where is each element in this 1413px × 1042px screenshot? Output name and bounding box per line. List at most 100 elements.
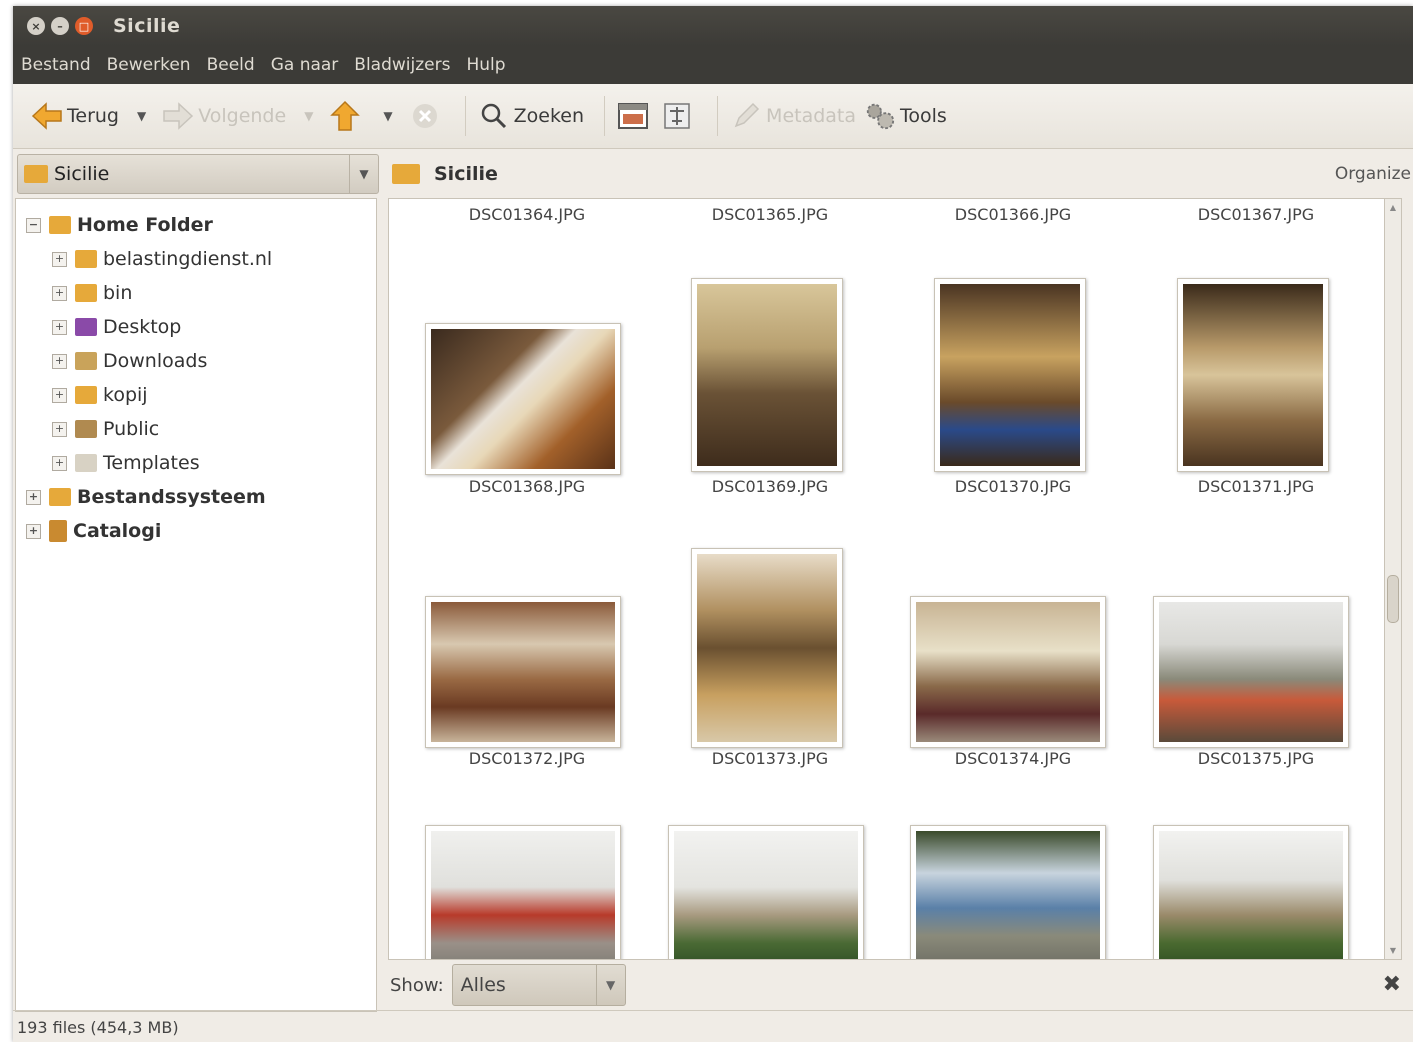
toolbar-separator xyxy=(604,96,606,136)
thumbnail-scrollbar[interactable]: ▲ ▼ xyxy=(1384,198,1402,960)
thumbnail-caption[interactable]: DSC01370.JPG xyxy=(893,477,1133,496)
tools-button[interactable]: Tools xyxy=(864,100,947,132)
breadcrumb-current[interactable]: Sicilie xyxy=(434,163,498,185)
location-combo[interactable]: Sicilie ▼ xyxy=(17,154,379,194)
window-title: Sicilie xyxy=(113,15,181,37)
tree-item-public[interactable]: + Public xyxy=(52,414,159,444)
expand-expander[interactable]: + xyxy=(52,285,67,301)
thumbnail-image[interactable] xyxy=(1153,825,1349,959)
thumbnail-caption[interactable]: DSC01369.JPG xyxy=(650,477,890,496)
thumbnail-caption[interactable]: DSC01365.JPG xyxy=(650,205,890,224)
thumbnail-image[interactable] xyxy=(668,825,864,959)
thumbnail-image[interactable] xyxy=(425,596,621,748)
downloads-folder-icon xyxy=(75,352,97,370)
up-arrow-icon xyxy=(329,100,361,132)
expand-expander[interactable]: + xyxy=(52,421,67,437)
thumbnail-caption[interactable]: DSC01374.JPG xyxy=(893,749,1133,768)
thumbnail-caption[interactable]: DSC01368.JPG xyxy=(407,477,647,496)
desktop-folder-icon xyxy=(75,318,97,336)
chevron-down-icon[interactable]: ▼ xyxy=(595,965,625,1005)
thumbnail-image[interactable] xyxy=(1153,596,1349,748)
up-dropdown[interactable]: ▼ xyxy=(383,109,392,123)
thumbnail-caption[interactable]: DSC01375.JPG xyxy=(1136,749,1376,768)
menu-bewerken[interactable]: Bewerken xyxy=(107,55,191,75)
folder-icon xyxy=(75,386,97,404)
minimize-window-button[interactable]: – xyxy=(51,17,69,35)
thumbnail-image[interactable] xyxy=(691,548,843,748)
tree-item-label: Desktop xyxy=(103,316,182,338)
tree-item-bestandssysteem[interactable]: + Bestandssysteem xyxy=(26,482,266,512)
thumbnail-caption[interactable]: DSC01371.JPG xyxy=(1136,477,1376,496)
thumbnail-caption[interactable]: DSC01364.JPG xyxy=(407,205,647,224)
thumbnail-image[interactable] xyxy=(1177,278,1329,472)
tree-item-templates[interactable]: + Templates xyxy=(52,448,200,478)
menu-bestand[interactable]: Bestand xyxy=(21,55,91,75)
back-history-dropdown[interactable]: ▼ xyxy=(137,109,146,123)
tree-item-downloads[interactable]: + Downloads xyxy=(52,346,207,376)
close-filter-icon[interactable]: ✖ xyxy=(1383,972,1401,997)
slideshow-button[interactable] xyxy=(661,100,697,132)
expand-expander[interactable]: + xyxy=(52,353,67,369)
expand-expander[interactable]: + xyxy=(52,455,67,471)
thumbnail-image[interactable] xyxy=(425,825,621,959)
tree-item-belastingdienst[interactable]: + belastingdienst.nl xyxy=(52,244,272,274)
status-bar: 193 files (454,3 MB) xyxy=(13,1010,1413,1042)
menu-ga-naar[interactable]: Ga naar xyxy=(271,55,339,75)
search-button[interactable]: Zoeken xyxy=(478,100,584,132)
stop-button[interactable] xyxy=(409,100,445,132)
chevron-down-icon[interactable]: ▼ xyxy=(349,155,378,193)
thumbnail-caption[interactable]: DSC01367.JPG xyxy=(1136,205,1376,224)
tree-item-kopij[interactable]: + kopij xyxy=(52,380,148,410)
folder-tree: − Home Folder + belastingdienst.nl + bin… xyxy=(15,198,377,1012)
thumbnail-caption[interactable]: DSC01372.JPG xyxy=(407,749,647,768)
menu-hulp[interactable]: Hulp xyxy=(466,55,505,75)
forward-arrow-icon xyxy=(162,100,194,132)
menu-bladwijzers[interactable]: Bladwijzers xyxy=(354,55,450,75)
collapse-expander[interactable]: − xyxy=(26,217,41,233)
thumbnail-image[interactable] xyxy=(934,278,1086,472)
scroll-down-icon[interactable]: ▼ xyxy=(1385,946,1401,955)
thumbnail-image[interactable] xyxy=(691,278,843,472)
tree-item-label: Public xyxy=(103,418,160,440)
photo-side-altar xyxy=(697,554,837,742)
thumbnail-image[interactable] xyxy=(425,323,621,475)
tree-item-label: Downloads xyxy=(103,350,208,372)
tree-item-catalogi[interactable]: + Catalogi xyxy=(26,516,161,546)
toolbar: Terug ▼ Volgende ▼ ▼ Zoeken Metadata Too… xyxy=(13,84,1413,149)
tree-item-home-folder[interactable]: − Home Folder xyxy=(26,210,213,240)
organize-link[interactable]: Organize xyxy=(1335,164,1411,184)
thumbnail-image[interactable] xyxy=(910,825,1106,959)
expand-expander[interactable]: + xyxy=(52,319,67,335)
expand-expander[interactable]: + xyxy=(52,387,67,403)
scroll-up-icon[interactable]: ▲ xyxy=(1385,203,1401,212)
templates-folder-icon xyxy=(75,454,97,472)
forward-button[interactable]: Volgende xyxy=(162,100,286,132)
tree-item-desktop[interactable]: + Desktop xyxy=(52,312,181,342)
view-button[interactable] xyxy=(617,100,653,132)
folder-icon xyxy=(392,164,420,184)
forward-history-dropdown[interactable]: ▼ xyxy=(304,109,313,123)
scrollbar-thumb[interactable] xyxy=(1387,575,1399,623)
up-button[interactable] xyxy=(329,100,365,132)
expand-expander[interactable]: + xyxy=(26,489,41,505)
metadata-button[interactable]: Metadata xyxy=(730,100,856,132)
show-filter-select[interactable]: Alles ▼ xyxy=(451,964,626,1006)
close-window-button[interactable]: × xyxy=(27,17,45,35)
expand-expander[interactable]: + xyxy=(52,251,67,267)
path-bar: Sicilie Organize xyxy=(388,154,1413,194)
maximize-window-button[interactable]: □ xyxy=(75,17,93,35)
menu-bar: Bestand Bewerken Beeld Ga naar Bladwijze… xyxy=(13,46,1413,84)
thumbnail-grid: DSC01364.JPG DSC01365.JPG DSC01366.JPG D… xyxy=(388,198,1385,960)
location-combo-value: Sicilie xyxy=(54,163,110,185)
thumbnail-caption[interactable]: DSC01373.JPG xyxy=(650,749,890,768)
thumbnail-caption[interactable]: DSC01366.JPG xyxy=(893,205,1133,224)
expand-expander[interactable]: + xyxy=(26,523,41,539)
show-label: Show: xyxy=(390,974,444,996)
thumbnail-image[interactable] xyxy=(910,596,1106,748)
menu-beeld[interactable]: Beeld xyxy=(207,55,255,75)
back-label: Terug xyxy=(67,105,119,127)
tree-item-bin[interactable]: + bin xyxy=(52,278,132,308)
back-button[interactable]: Terug xyxy=(31,100,119,132)
photo-castle-rock xyxy=(674,831,858,959)
gears-icon xyxy=(864,100,896,132)
